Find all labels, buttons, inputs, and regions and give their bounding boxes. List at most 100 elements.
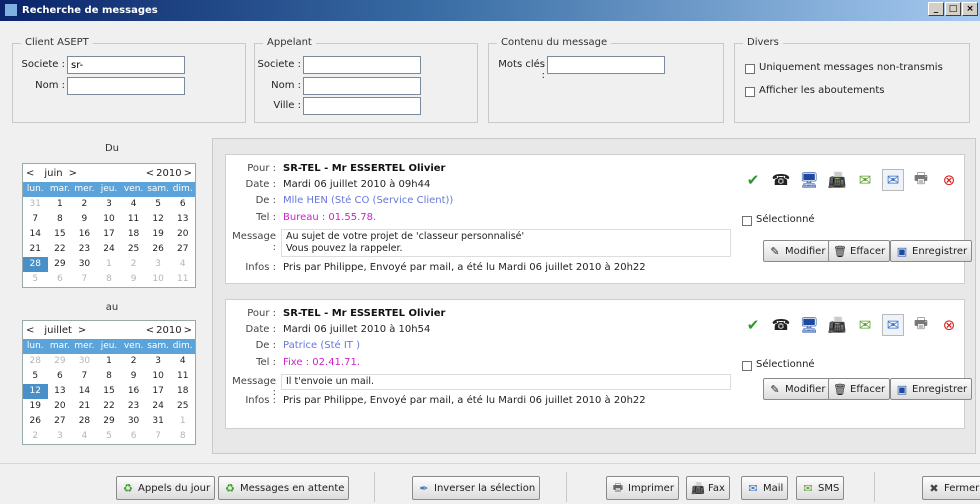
calendar-day[interactable]: 2 — [72, 197, 97, 212]
fax-icon[interactable]: 📠 — [826, 169, 848, 191]
calendar-day[interactable]: 9 — [121, 369, 146, 384]
calendar-day[interactable]: 25 — [121, 242, 146, 257]
message-1-effacer-button[interactable]: 🗑 Effacer — [828, 240, 891, 262]
imprimer-button[interactable]: 🖶 Imprimer — [606, 476, 679, 500]
calendar-day[interactable]: 11 — [170, 272, 195, 287]
message-1-select-checkbox[interactable] — [742, 216, 752, 226]
calendar-day[interactable]: 13 — [48, 384, 73, 399]
calendar-day[interactable]: 2 — [121, 257, 146, 272]
appelant-societe-input[interactable] — [303, 56, 421, 74]
cal-au-next-month[interactable]: > — [78, 325, 86, 336]
calendar-day[interactable]: 28 — [72, 414, 97, 429]
calendar-day[interactable]: 8 — [97, 369, 122, 384]
calendar-day[interactable]: 11 — [170, 369, 195, 384]
calendar-day[interactable]: 3 — [146, 354, 171, 369]
cal-au-prev-month[interactable]: < — [26, 325, 34, 336]
message-2-select-checkbox[interactable] — [742, 361, 752, 371]
calendar-day[interactable]: 17 — [97, 227, 122, 242]
calendar-day[interactable]: 7 — [23, 212, 48, 227]
calendar-day[interactable]: 1 — [97, 354, 122, 369]
client-nom-input[interactable] — [67, 77, 185, 95]
calendar-day[interactable]: 29 — [97, 414, 122, 429]
computer-icon[interactable]: 🖥 — [798, 169, 820, 191]
calendar-day[interactable]: 21 — [72, 399, 97, 414]
mots-cles-input[interactable] — [547, 56, 665, 74]
calendar-day[interactable]: 28 — [23, 257, 48, 272]
calendar-day[interactable]: 23 — [121, 399, 146, 414]
calendar-day[interactable]: 11 — [121, 212, 146, 227]
calendar-day[interactable]: 22 — [97, 399, 122, 414]
calendar-day[interactable]: 29 — [48, 354, 73, 369]
calendar-day[interactable]: 24 — [97, 242, 122, 257]
cal-du-next-year[interactable]: > — [184, 168, 192, 179]
appels-du-jour-button[interactable]: ♻ Appels du jour — [116, 476, 216, 500]
minimize-button[interactable]: _ — [928, 2, 944, 16]
calendar-day[interactable]: 1 — [170, 414, 195, 429]
calendar-day[interactable]: 5 — [97, 429, 122, 444]
calendar-day[interactable]: 6 — [170, 197, 195, 212]
mail-button[interactable]: ✉ Mail — [741, 476, 789, 500]
calendar-day[interactable]: 8 — [48, 212, 73, 227]
calendar-day[interactable]: 30 — [72, 354, 97, 369]
computer-icon[interactable]: 🖥 — [798, 314, 820, 336]
calendar-day[interactable]: 9 — [72, 212, 97, 227]
calendar-day[interactable]: 5 — [23, 369, 48, 384]
client-societe-input[interactable] — [67, 56, 185, 74]
calendar-day[interactable]: 18 — [121, 227, 146, 242]
calendar-day[interactable]: 29 — [48, 257, 73, 272]
message-1-enregistrer-button[interactable]: ▣ Enregistrer — [890, 240, 973, 262]
calendar-day[interactable]: 21 — [23, 242, 48, 257]
non-transmis-checkbox[interactable] — [745, 64, 755, 74]
cal-du-prev-month[interactable]: < — [26, 168, 34, 179]
calendar-day[interactable]: 1 — [48, 197, 73, 212]
calendar-day[interactable]: 4 — [170, 354, 195, 369]
close-window-button[interactable]: × — [962, 2, 978, 16]
message-2-effacer-button[interactable]: 🗑 Effacer — [828, 378, 891, 400]
aboutements-checkbox[interactable] — [745, 87, 755, 97]
calendar-day[interactable]: 8 — [170, 429, 195, 444]
calendar-day[interactable]: 16 — [121, 384, 146, 399]
calendar-day[interactable]: 10 — [146, 272, 171, 287]
calendar-day[interactable]: 27 — [48, 414, 73, 429]
maximize-button[interactable]: □ — [945, 2, 961, 16]
fax-icon[interactable]: 📠 — [826, 314, 848, 336]
mail-icon[interactable]: ✉ — [882, 314, 904, 336]
calendar-day[interactable]: 25 — [170, 399, 195, 414]
calendar-day[interactable]: 3 — [48, 429, 73, 444]
calendar-day[interactable]: 6 — [48, 369, 73, 384]
calendar-day[interactable]: 1 — [97, 257, 122, 272]
calendar-day[interactable]: 24 — [146, 399, 171, 414]
mail-icon[interactable]: ✉ — [882, 169, 904, 191]
delete-icon[interactable]: ⊗ — [938, 314, 960, 336]
calendar-day[interactable]: 16 — [72, 227, 97, 242]
calendar-day[interactable]: 20 — [170, 227, 195, 242]
cal-au-year[interactable]: 2010 — [156, 325, 181, 336]
calendar-day[interactable]: 12 — [23, 384, 48, 399]
calendar-day[interactable]: 2 — [23, 429, 48, 444]
inverser-selection-button[interactable]: ✒ Inverser la sélection — [412, 476, 541, 500]
cal-du-year[interactable]: 2010 — [156, 168, 181, 179]
calendar-day[interactable]: 19 — [146, 227, 171, 242]
calendar-day[interactable]: 6 — [121, 429, 146, 444]
appelant-nom-input[interactable] — [303, 77, 421, 95]
calendar-day[interactable]: 3 — [97, 197, 122, 212]
phone-icon[interactable]: ☎ — [770, 169, 792, 191]
printer-icon[interactable]: 🖶 — [910, 314, 932, 336]
appelant-ville-input[interactable] — [303, 97, 421, 115]
calendar-day[interactable]: 26 — [146, 242, 171, 257]
sms-icon[interactable]: ✉ — [854, 314, 876, 336]
calendar-day[interactable]: 27 — [170, 242, 195, 257]
message-2-enregistrer-button[interactable]: ▣ Enregistrer — [890, 378, 973, 400]
printer-icon[interactable]: 🖶 — [910, 169, 932, 191]
calendar-day[interactable]: 31 — [146, 414, 171, 429]
calendar-day[interactable]: 19 — [23, 399, 48, 414]
calendar-day[interactable]: 22 — [48, 242, 73, 257]
calendar-day[interactable]: 30 — [121, 414, 146, 429]
calendar-day[interactable]: 26 — [23, 414, 48, 429]
calendar-day[interactable]: 18 — [170, 384, 195, 399]
messages-en-attente-button[interactable]: ♻ Messages en attente — [218, 476, 350, 500]
cal-au-next-year[interactable]: > — [184, 325, 192, 336]
calendar-day[interactable]: 4 — [170, 257, 195, 272]
calendar-day[interactable]: 30 — [72, 257, 97, 272]
calendar-day[interactable]: 14 — [72, 384, 97, 399]
